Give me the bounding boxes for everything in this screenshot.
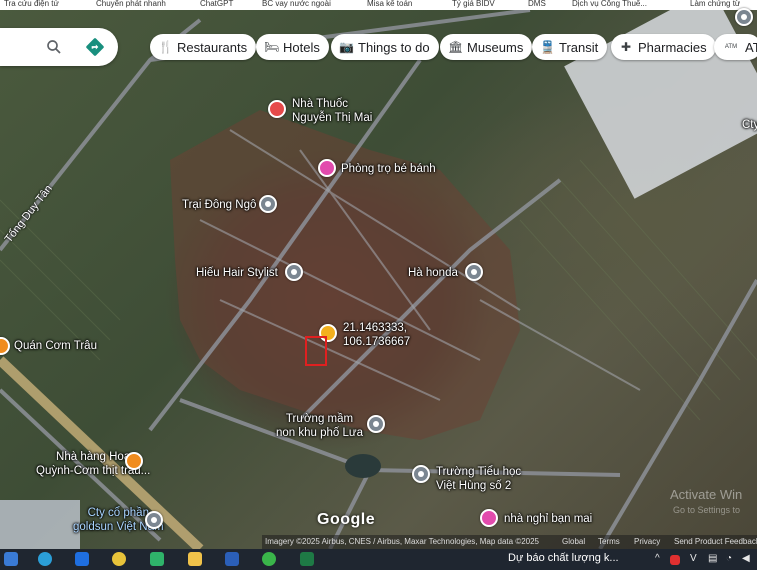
place-pin-icon[interactable]	[259, 195, 277, 213]
place-label-farm[interactable]: Trại Đông Ngô	[182, 198, 256, 212]
selected-area-marker	[305, 336, 327, 366]
chip-hotels[interactable]: 🛏 Hotels	[256, 34, 329, 60]
search-box[interactable]	[0, 28, 118, 66]
longitude: 106.1736667	[343, 336, 411, 348]
atm-icon: ATM	[724, 44, 738, 50]
chip-pharmacies[interactable]: ✚ Pharmacies	[611, 34, 716, 60]
bookmark[interactable]: Tỷ giá BIDV	[452, 0, 495, 8]
place-label-honda[interactable]: Hà honda	[408, 266, 458, 280]
wifi-icon[interactable]: ◔	[726, 553, 732, 564]
taskbar: Dự báo chất lượng k... ^ V ▤ ◔ ◀	[0, 549, 757, 570]
bookmark[interactable]: Misa kế toán	[367, 0, 412, 8]
windows-start-icon[interactable]	[4, 552, 18, 566]
bookmark[interactable]: DMS	[528, 0, 546, 8]
network-icon[interactable]: ▤	[708, 553, 717, 564]
tray-app-icon[interactable]	[670, 555, 680, 565]
camera-icon: 📷	[339, 40, 354, 54]
transit-icon: 🚆	[540, 40, 555, 54]
school-pin-icon[interactable]	[367, 415, 385, 433]
directions-icon[interactable]	[85, 37, 105, 57]
activation-watermark-sub: Go to Settings to	[673, 505, 741, 515]
chip-transit[interactable]: 🚆 Transit	[532, 34, 608, 60]
volume-icon[interactable]: ◀	[742, 553, 750, 564]
bookmarks-bar: Tra cứu điện tử Chuyển phát nhanh ChatGP…	[0, 0, 757, 10]
search-icon[interactable]	[45, 38, 63, 56]
wechat-icon[interactable]	[262, 552, 276, 566]
bookmark[interactable]: Dịch vụ Công Thuế...	[572, 0, 647, 8]
museum-icon: 🏛	[448, 40, 464, 54]
bookmark[interactable]: ChatGPT	[200, 0, 233, 8]
bookmark[interactable]: Tra cứu điện tử	[4, 0, 59, 8]
chip-atms[interactable]: ATM AT	[714, 34, 757, 60]
imagery-credit: Imagery ©2025 Airbus, CNES / Airbus, Max…	[265, 537, 540, 546]
pharmacy-icon: ✚	[620, 40, 632, 54]
place-label-kindergarten[interactable]: Trường mầm non khu phố Lưa	[276, 412, 363, 440]
folder-icon[interactable]	[188, 552, 202, 566]
lodging-pin-icon[interactable]	[480, 509, 498, 527]
road-network	[0, 0, 757, 553]
edge-icon[interactable]	[38, 552, 52, 566]
news-widget[interactable]: Dự báo chất lượng k...	[508, 552, 619, 564]
place-label-primary-school[interactable]: Trường Tiểu học Việt Hùng số 2	[436, 465, 521, 493]
word-icon[interactable]	[225, 552, 239, 566]
place-label-partial[interactable]: Cty	[742, 118, 757, 132]
hotel-icon: 🛏	[264, 40, 280, 54]
place-label-boarding[interactable]: Phòng trọ bé bánh	[341, 162, 436, 176]
global-link[interactable]: Global	[562, 537, 585, 546]
place-pin-icon[interactable]	[285, 263, 303, 281]
google-logo: Google	[317, 511, 376, 528]
pharmacy-pin-icon[interactable]	[268, 100, 286, 118]
latitude: 21.1463333,	[343, 322, 407, 334]
chrome-icon[interactable]	[112, 552, 126, 566]
place-label-com-trau[interactable]: Quán Cơm Trâu	[14, 339, 97, 353]
privacy-link[interactable]: Privacy	[634, 537, 660, 546]
app-icon[interactable]	[75, 552, 89, 566]
coordinates-label[interactable]: 21.1463333, 106.1736667	[343, 321, 410, 349]
excel-icon[interactable]	[300, 552, 314, 566]
activation-watermark: Activate Win	[670, 487, 743, 502]
bookmark[interactable]: Chuyển phát nhanh	[96, 0, 166, 8]
place-label-guesthouse[interactable]: nhà nghỉ bạn mai	[504, 512, 592, 526]
tray-chevron-icon[interactable]: ^	[655, 553, 660, 564]
bookmark[interactable]: Làm chứng từ	[690, 0, 740, 8]
place-label-hair[interactable]: Hiếu Hair Stylist	[196, 266, 278, 280]
restaurant-pin-icon[interactable]	[125, 452, 143, 470]
app-icon[interactable]	[150, 552, 164, 566]
place-label-pharmacy[interactable]: Nhà Thuốc Nguyễn Thị Mai	[292, 97, 372, 125]
restaurant-icon: 🍴	[158, 40, 173, 54]
tray-v-icon[interactable]: V	[690, 553, 697, 564]
place-pin-icon[interactable]	[465, 263, 483, 281]
school-pin-icon[interactable]	[412, 465, 430, 483]
chip-restaurants[interactable]: 🍴 Restaurants	[150, 34, 257, 60]
chip-museums[interactable]: 🏛 Museums	[440, 34, 533, 60]
bookmark[interactable]: BC vay nước ngoài	[262, 0, 331, 8]
place-pin-icon[interactable]	[145, 511, 163, 529]
map-attribution: Imagery ©2025 Airbus, CNES / Airbus, Max…	[262, 535, 757, 549]
place-pin-icon[interactable]	[735, 8, 753, 26]
lodging-pin-icon[interactable]	[318, 159, 336, 177]
chip-things-to-do[interactable]: 📷 Things to do	[331, 34, 439, 60]
satellite-map[interactable]	[0, 0, 757, 570]
feedback-link[interactable]: Send Product Feedback	[674, 537, 757, 546]
terms-link[interactable]: Terms	[598, 537, 620, 546]
